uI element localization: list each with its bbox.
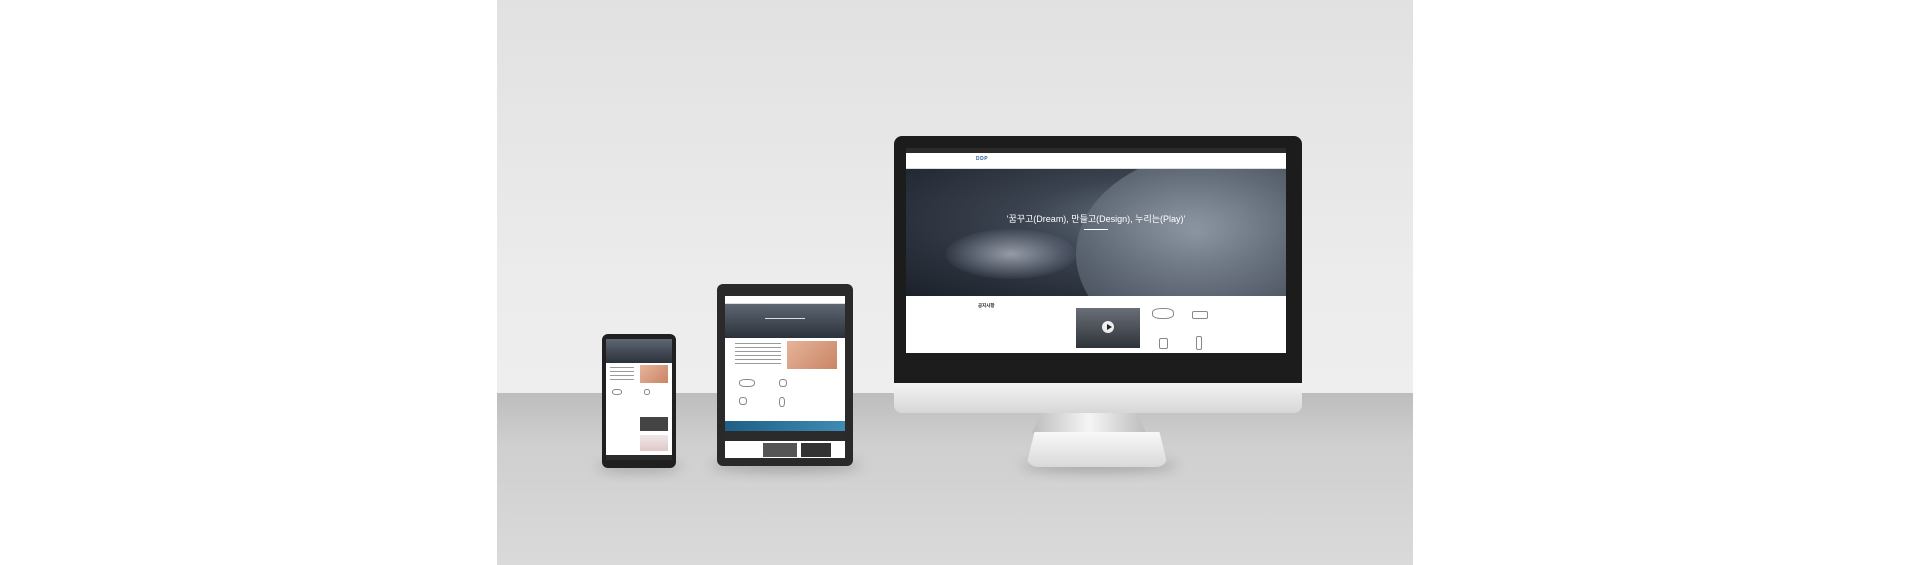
- desktop-monitor: DDP '꿈꾸고(Dream), 만들고(Design), 누리는(Play)': [894, 136, 1302, 413]
- phone-news-line: [610, 379, 634, 381]
- phone-promo-image[interactable]: [640, 365, 668, 383]
- tablet-news-line: [735, 363, 781, 365]
- monitor-bezel: DDP '꿈꾸고(Dream), 만들고(Design), 누리는(Play)': [894, 136, 1302, 383]
- tablet-thumb[interactable]: [801, 443, 831, 457]
- tablet-promo-image[interactable]: [787, 341, 837, 369]
- sketch-icon[interactable]: [1192, 311, 1208, 319]
- sketch-icon[interactable]: [739, 397, 747, 405]
- tablet-dark-band: [725, 431, 845, 441]
- video-player[interactable]: [1076, 308, 1140, 348]
- tablet-news-line: [735, 355, 781, 357]
- tablet-nav: [725, 296, 845, 304]
- phone-footer: [606, 455, 672, 460]
- sketch-icon[interactable]: [612, 389, 622, 395]
- tablet-hero-line: [765, 318, 805, 320]
- tablet-screen: [725, 293, 845, 458]
- sketch-icon[interactable]: [1152, 308, 1174, 319]
- sketch-icon[interactable]: [644, 389, 650, 395]
- site-logo[interactable]: DDP: [976, 156, 988, 162]
- tablet-hero: [725, 304, 845, 338]
- monitor-chin: [894, 383, 1302, 413]
- monitor-stand-neck: [1032, 413, 1146, 433]
- hero-title: '꿈꾸고(Dream), 만들고(Design), 누리는(Play)': [1006, 214, 1186, 224]
- hero-banner: '꿈꾸고(Dream), 만들고(Design), 누리는(Play)': [906, 169, 1286, 296]
- phone-hero: [606, 339, 672, 363]
- tablet-news-line: [735, 343, 781, 345]
- phone-festival-poster[interactable]: [640, 435, 668, 451]
- phone-news-line: [610, 371, 634, 373]
- sketch-icon[interactable]: [779, 397, 785, 407]
- phone-news-line: [610, 367, 634, 369]
- news-title: 공지사항: [978, 303, 995, 308]
- sketch-icon[interactable]: [739, 379, 755, 387]
- phone-thumb[interactable]: [640, 417, 668, 431]
- monitor-screen: DDP '꿈꾸고(Dream), 만들고(Design), 누리는(Play)': [906, 148, 1286, 353]
- phone-device: [602, 334, 676, 468]
- hero-divider: [1084, 229, 1108, 230]
- mockup-stage: DDP '꿈꾸고(Dream), 만들고(Design), 누리는(Play)': [497, 0, 1413, 565]
- phone-news-line: [610, 375, 634, 377]
- monitor-stand-base: [1026, 432, 1168, 467]
- tablet-news-line: [735, 359, 781, 361]
- hero-building-image: [1076, 169, 1286, 296]
- sketch-icon[interactable]: [1159, 338, 1168, 349]
- tablet-news-line: [735, 351, 781, 353]
- sketch-icon[interactable]: [1196, 336, 1202, 350]
- play-icon[interactable]: [1102, 321, 1114, 333]
- tablet-thumb[interactable]: [763, 443, 797, 457]
- sketch-icon[interactable]: [779, 379, 787, 387]
- tablet-blue-band: [725, 421, 845, 431]
- phone-screen: [606, 339, 672, 460]
- tablet-news-line: [735, 347, 781, 349]
- hero-lights-image: [946, 229, 1076, 279]
- site-navbar: DDP: [906, 153, 1286, 169]
- tablet-device: [717, 284, 853, 466]
